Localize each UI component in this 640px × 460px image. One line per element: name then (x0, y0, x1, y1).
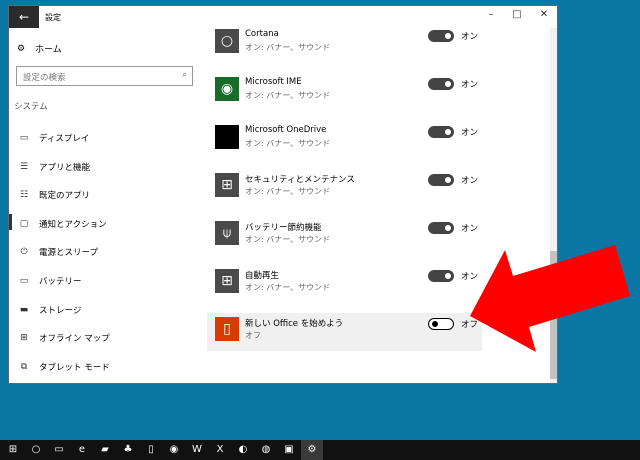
taskbar-button-icon[interactable]: ○ (25, 440, 47, 460)
taskbar-button-icon[interactable]: e (71, 440, 93, 460)
taskbar-button-icon[interactable]: ▯ (140, 440, 162, 460)
taskbar-button-icon[interactable]: ♣ (117, 440, 139, 460)
taskbar-button-icon[interactable]: X (209, 440, 231, 460)
taskbar-button-icon[interactable]: ◉ (163, 440, 185, 460)
taskbar: ⊞ ○ ▭ e ▰ ♣ ▯ ◉ W X ◐ ◍ ▣ ⚙ (0, 440, 640, 460)
taskbar-button-icon[interactable]: ◐ (232, 440, 254, 460)
taskbar-button-icon[interactable]: ▭ (48, 440, 70, 460)
taskbar-button-icon[interactable]: ◍ (255, 440, 277, 460)
arrow-icon (470, 245, 630, 352)
taskbar-button-icon[interactable]: W (186, 440, 208, 460)
taskbar-button-icon[interactable]: ⊞ (2, 440, 24, 460)
red-arrow-annotation (470, 245, 630, 352)
taskbar-button-icon[interactable]: ▣ (278, 440, 300, 460)
taskbar-button-icon[interactable]: ▰ (94, 440, 116, 460)
taskbar-button-icon[interactable]: ⚙ (301, 440, 323, 460)
